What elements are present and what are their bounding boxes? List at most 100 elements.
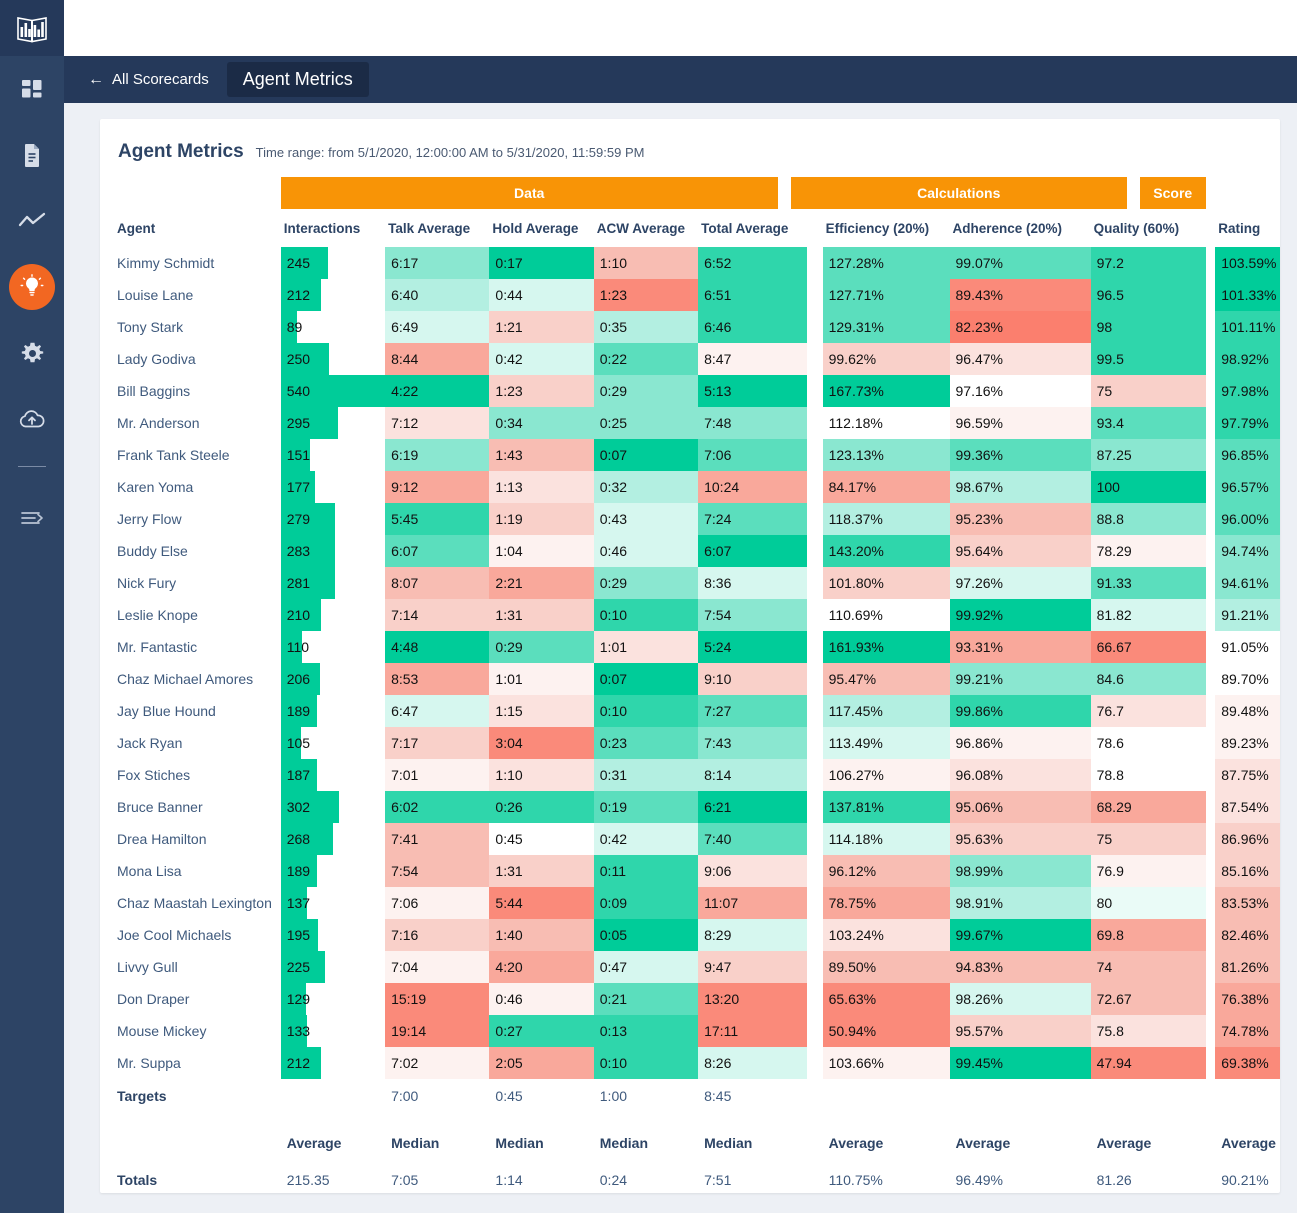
- cell-quality: 76.7: [1090, 695, 1206, 727]
- col-total-average[interactable]: Total Average: [698, 209, 807, 247]
- line-chart-icon: [18, 212, 46, 227]
- sidebar-item-settings[interactable]: [0, 320, 64, 386]
- col-quality[interactable]: Quality (60%): [1091, 209, 1206, 247]
- agent-name-link[interactable]: Jack Ryan: [114, 727, 281, 759]
- interactions-value: 302: [286, 799, 311, 815]
- interactions-value: 110: [286, 639, 310, 655]
- back-to-all-scorecards[interactable]: ← All Scorecards: [80, 67, 217, 92]
- cell-efficiency: 110.69%: [822, 599, 950, 631]
- agent-name-link[interactable]: Mr. Fantastic: [114, 631, 281, 663]
- agent-name-link[interactable]: Mr. Anderson: [114, 407, 281, 439]
- agg-hold: Median: [495, 1135, 544, 1151]
- cell-quality: 75: [1090, 375, 1206, 407]
- cell-rating: 101.33%: [1215, 279, 1280, 311]
- cell-rating: 76.38%: [1215, 983, 1280, 1015]
- cell-rating: 97.79%: [1215, 407, 1280, 439]
- cell-total-average: 7:24: [698, 503, 808, 535]
- agent-name-link[interactable]: Leslie Knope: [114, 599, 281, 631]
- cell-talk-average: 15:19: [385, 983, 490, 1015]
- agent-name-link[interactable]: Chaz Maastah Lexington: [114, 887, 281, 919]
- cell-acw-average: 0:07: [593, 439, 699, 471]
- cell-quality: 69.8: [1090, 919, 1206, 951]
- cell-talk-average: 7:41: [385, 823, 490, 855]
- cell-hold-average: 1:23: [489, 375, 594, 407]
- table-row: Karen Yoma 177 9:12 1:13 0:32 10:24 84.17% 98.6…: [114, 471, 1280, 503]
- cell-rating: 89.23%: [1215, 727, 1280, 759]
- cell-rating: 87.54%: [1215, 791, 1280, 823]
- table-row: Louise Lane 212 6:40 0:44 1:23 6:51 127.71% 89.…: [114, 279, 1280, 311]
- cell-acw-average: 0:10: [593, 695, 699, 727]
- table-row: Mouse Mickey 133 19:14 0:27 0:13 17:11 50.94% 9…: [114, 1015, 1280, 1047]
- agent-name-link[interactable]: Jerry Flow: [114, 503, 281, 535]
- agent-name-link[interactable]: Chaz Michael Amores: [114, 663, 281, 695]
- card-header: Agent Metrics Time range: from 5/1/2020,…: [100, 119, 1280, 163]
- cell-quality: 96.5: [1090, 279, 1206, 311]
- sidebar-item-analytics[interactable]: [0, 188, 64, 254]
- cell-talk-average: 7:17: [385, 727, 490, 759]
- cell-quality: 88.8: [1090, 503, 1206, 535]
- sidebar-item-documents[interactable]: [0, 122, 64, 188]
- col-acw-average[interactable]: ACW Average: [594, 209, 698, 247]
- cell-talk-average: 8:53: [385, 663, 490, 695]
- cell-quality: 81.82: [1090, 599, 1206, 631]
- cell-quality: 98: [1090, 311, 1206, 343]
- cell-adherence: 98.67%: [949, 471, 1091, 503]
- bar-chart-book-logo-icon: [17, 17, 47, 43]
- agent-name-link[interactable]: Bill Baggins: [114, 375, 281, 407]
- agent-name-link[interactable]: Frank Tank Steele: [114, 439, 281, 471]
- col-efficiency[interactable]: Efficiency (20%): [823, 209, 950, 247]
- cell-efficiency: 117.45%: [822, 695, 950, 727]
- agent-name-link[interactable]: Fox Stiches: [114, 759, 281, 791]
- cell-talk-average: 7:06: [385, 887, 490, 919]
- cell-acw-average: 0:22: [593, 343, 699, 375]
- sidebar-item-dashboard[interactable]: [0, 56, 64, 122]
- interactions-value: 206: [286, 671, 311, 687]
- table-row: Bill Baggins 540 4:22 1:23 0:29 5:13 167.73% 97…: [114, 375, 1280, 407]
- cell-hold-average: 2:21: [489, 567, 594, 599]
- cell-quality: 68.29: [1090, 791, 1206, 823]
- agent-name-link[interactable]: Mona Lisa: [114, 855, 281, 887]
- col-interactions[interactable]: Interactions: [281, 209, 385, 247]
- col-hold-average[interactable]: Hold Average: [489, 209, 593, 247]
- col-rating[interactable]: Rating: [1215, 209, 1280, 247]
- agent-name-link[interactable]: Louise Lane: [114, 279, 281, 311]
- agent-name-link[interactable]: Livvy Gull: [114, 951, 281, 983]
- cell-total-average: 8:14: [698, 759, 808, 791]
- col-adherence[interactable]: Adherence (20%): [950, 209, 1091, 247]
- table-row: Jay Blue Hound 189 6:47 1:15 0:10 7:27 117.45%…: [114, 695, 1280, 727]
- targets-interactions: [281, 1079, 385, 1113]
- column-header-row: Agent Interactions Talk Average Hold Ave…: [114, 209, 1280, 247]
- agent-name-link[interactable]: Bruce Banner: [114, 791, 281, 823]
- col-agent[interactable]: Agent: [114, 209, 281, 247]
- sidebar-item-insights[interactable]: [0, 254, 64, 320]
- agent-name-link[interactable]: Buddy Else: [114, 535, 281, 567]
- cell-rating: 96.00%: [1215, 503, 1280, 535]
- agent-name-link[interactable]: Tony Stark: [114, 311, 281, 343]
- cell-total-average: 7:06: [698, 439, 808, 471]
- agent-name-link[interactable]: Don Draper: [114, 983, 281, 1015]
- app-logo[interactable]: [0, 0, 64, 56]
- interactions-value: 189: [286, 703, 311, 719]
- back-link-label: All Scorecards: [112, 71, 209, 88]
- interactions-value: 250: [286, 351, 311, 367]
- agent-name-link[interactable]: Mouse Mickey: [114, 1015, 281, 1047]
- agent-name-link[interactable]: Kimmy Schmidt: [114, 247, 281, 279]
- table-row: Jack Ryan 105 7:17 3:04 0:23 7:43 113.49% 96.86…: [114, 727, 1280, 759]
- cell-efficiency: 127.28%: [822, 247, 950, 279]
- agent-name-link[interactable]: Jay Blue Hound: [114, 695, 281, 727]
- agent-name-link[interactable]: Lady Godiva: [114, 343, 281, 375]
- cell-hold-average: 1:31: [489, 855, 594, 887]
- agent-name-link[interactable]: Drea Hamilton: [114, 823, 281, 855]
- col-talk-average[interactable]: Talk Average: [385, 209, 489, 247]
- agent-name-link[interactable]: Karen Yoma: [114, 471, 281, 503]
- sidebar-collapse-toggle[interactable]: [0, 485, 64, 551]
- cell-efficiency: 127.71%: [822, 279, 950, 311]
- agent-name-link[interactable]: Nick Fury: [114, 567, 281, 599]
- agent-name-link[interactable]: Mr. Suppa: [114, 1047, 281, 1079]
- sidebar-item-upload[interactable]: [0, 386, 64, 452]
- cell-total-average: 7:48: [698, 407, 808, 439]
- agent-name-link[interactable]: Joe Cool Michaels: [114, 919, 281, 951]
- breadcrumb-current-scorecard[interactable]: Agent Metrics: [226, 62, 369, 97]
- interactions-value: 151: [286, 447, 311, 463]
- lightbulb-icon: [20, 274, 44, 296]
